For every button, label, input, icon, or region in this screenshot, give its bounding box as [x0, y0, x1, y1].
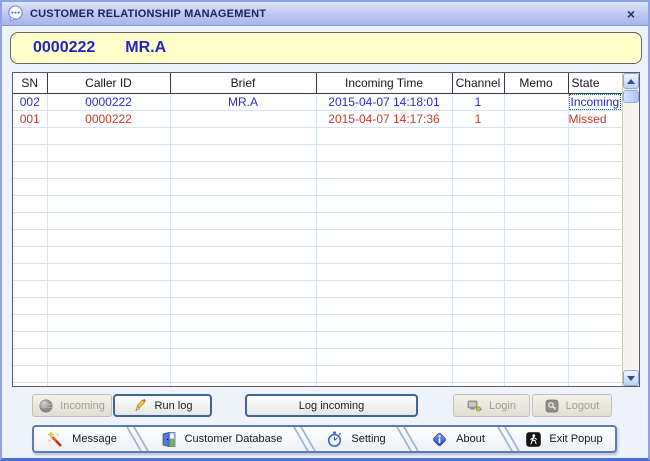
run-log-button-label: Run log [155, 400, 193, 412]
table-row-empty [13, 229, 622, 246]
table-row-empty [13, 127, 622, 144]
tab-exit-popup[interactable]: Exit Popup [516, 427, 613, 451]
scrollbar-track[interactable] [623, 103, 639, 370]
tab-message[interactable]: Message [34, 427, 130, 451]
caller-banner: 0000222 MR.A [10, 32, 642, 64]
tab-about-label: About [456, 433, 485, 445]
login-button[interactable]: Login [453, 394, 530, 417]
scroll-up-button[interactable] [623, 73, 639, 89]
table-row-empty [13, 263, 622, 280]
user-key-icon [467, 399, 482, 413]
globe-icon [39, 399, 53, 413]
caller-number: 0000222 [33, 39, 95, 57]
table-row-empty [13, 348, 622, 365]
table-row-empty [13, 365, 622, 382]
cell-channel[interactable]: 1 [452, 93, 504, 110]
stopwatch-icon [326, 431, 343, 448]
title-bar: CUSTOMER RELATIONSHIP MANAGEMENT × [2, 2, 648, 26]
table-row-empty [13, 382, 622, 387]
tab-customer-database[interactable]: Customer Database [145, 427, 297, 451]
tab-message-label: Message [72, 433, 117, 445]
col-header-incoming-time[interactable]: Incoming Time [316, 73, 452, 93]
call-log-table: SN Caller ID Brief Incoming Time Channel… [12, 72, 640, 387]
logout-button-label: Logout [566, 400, 600, 412]
cell-incoming_time[interactable]: 2015-04-07 14:18:01 [316, 93, 452, 110]
tab-exit-popup-label: Exit Popup [549, 433, 602, 445]
col-header-channel[interactable]: Channel [452, 73, 504, 93]
cell-sn[interactable]: 001 [13, 110, 47, 127]
table-header-row: SN Caller ID Brief Incoming Time Channel… [13, 73, 622, 93]
cell-sn[interactable]: 002 [13, 93, 47, 110]
scroll-down-button[interactable] [623, 370, 639, 386]
table-row-empty [13, 144, 622, 161]
incoming-button[interactable]: Incoming [32, 394, 112, 417]
col-header-caller-id[interactable]: Caller ID [47, 73, 170, 93]
arrow-up-icon [627, 79, 635, 84]
table-row-empty [13, 178, 622, 195]
col-header-brief[interactable]: Brief [170, 73, 316, 93]
info-diamond-icon [431, 431, 448, 448]
app-window: CUSTOMER RELATIONSHIP MANAGEMENT × 00002… [0, 0, 650, 461]
run-log-button[interactable]: Run log [113, 394, 212, 417]
table-row-empty [13, 297, 622, 314]
cell-incoming_time[interactable]: 2015-04-07 14:17:36 [316, 110, 452, 127]
incoming-button-label: Incoming [60, 400, 105, 412]
pencil-icon [133, 398, 148, 413]
door-icon [160, 431, 177, 448]
login-button-label: Login [489, 400, 516, 412]
table-row[interactable]: 0010000222 2015-04-07 14:17:361 Missed [13, 110, 622, 127]
call-table-body: 0020000222MR.A2015-04-07 14:18:011 Incomi… [13, 93, 622, 387]
magic-wand-icon [47, 431, 64, 448]
cell-memo[interactable] [504, 93, 568, 110]
cell-caller_id[interactable]: 0000222 [47, 110, 170, 127]
col-header-memo[interactable]: Memo [504, 73, 568, 93]
close-icon[interactable]: × [622, 5, 640, 23]
cell-memo[interactable] [504, 110, 568, 127]
log-incoming-button[interactable]: Log incoming [245, 394, 418, 417]
table-row-empty [13, 314, 622, 331]
tab-customer-database-label: Customer Database [185, 433, 283, 445]
cell-brief[interactable] [170, 110, 316, 127]
table-row-empty [13, 280, 622, 297]
scrollbar-thumb[interactable] [623, 90, 639, 103]
table-row[interactable]: 0020000222MR.A2015-04-07 14:18:011 Incomi… [13, 93, 622, 110]
logout-button[interactable]: Logout [532, 394, 612, 417]
col-header-sn[interactable]: SN [13, 73, 47, 93]
log-incoming-button-label: Log incoming [299, 400, 364, 412]
table-row-empty [13, 212, 622, 229]
table-row-empty [13, 331, 622, 348]
arrow-down-icon [627, 376, 635, 381]
cell-channel[interactable]: 1 [452, 110, 504, 127]
bottom-tab-bar: Message Customer Database S [32, 425, 617, 453]
tab-setting-label: Setting [351, 433, 385, 445]
key-icon [545, 399, 559, 413]
cell-caller_id[interactable]: 0000222 [47, 93, 170, 110]
vertical-scrollbar[interactable] [622, 73, 639, 386]
window-title: CUSTOMER RELATIONSHIP MANAGEMENT [30, 8, 266, 20]
caller-name: MR.A [125, 39, 166, 57]
tab-setting[interactable]: Setting [312, 427, 400, 451]
table-row-empty [13, 246, 622, 263]
cell-brief[interactable]: MR.A [170, 93, 316, 110]
exit-person-icon [526, 432, 541, 447]
focused-state-cell[interactable]: Incoming [569, 94, 622, 110]
table-row-empty [13, 195, 622, 212]
table-row-empty [13, 161, 622, 178]
cell-state[interactable]: Missed [568, 110, 622, 127]
cell-state[interactable]: Incoming [568, 93, 622, 110]
speech-bubble-icon [7, 5, 24, 22]
col-header-state[interactable]: State [568, 73, 622, 93]
tab-about[interactable]: About [415, 427, 501, 451]
call-table: SN Caller ID Brief Incoming Time Channel… [13, 73, 622, 387]
